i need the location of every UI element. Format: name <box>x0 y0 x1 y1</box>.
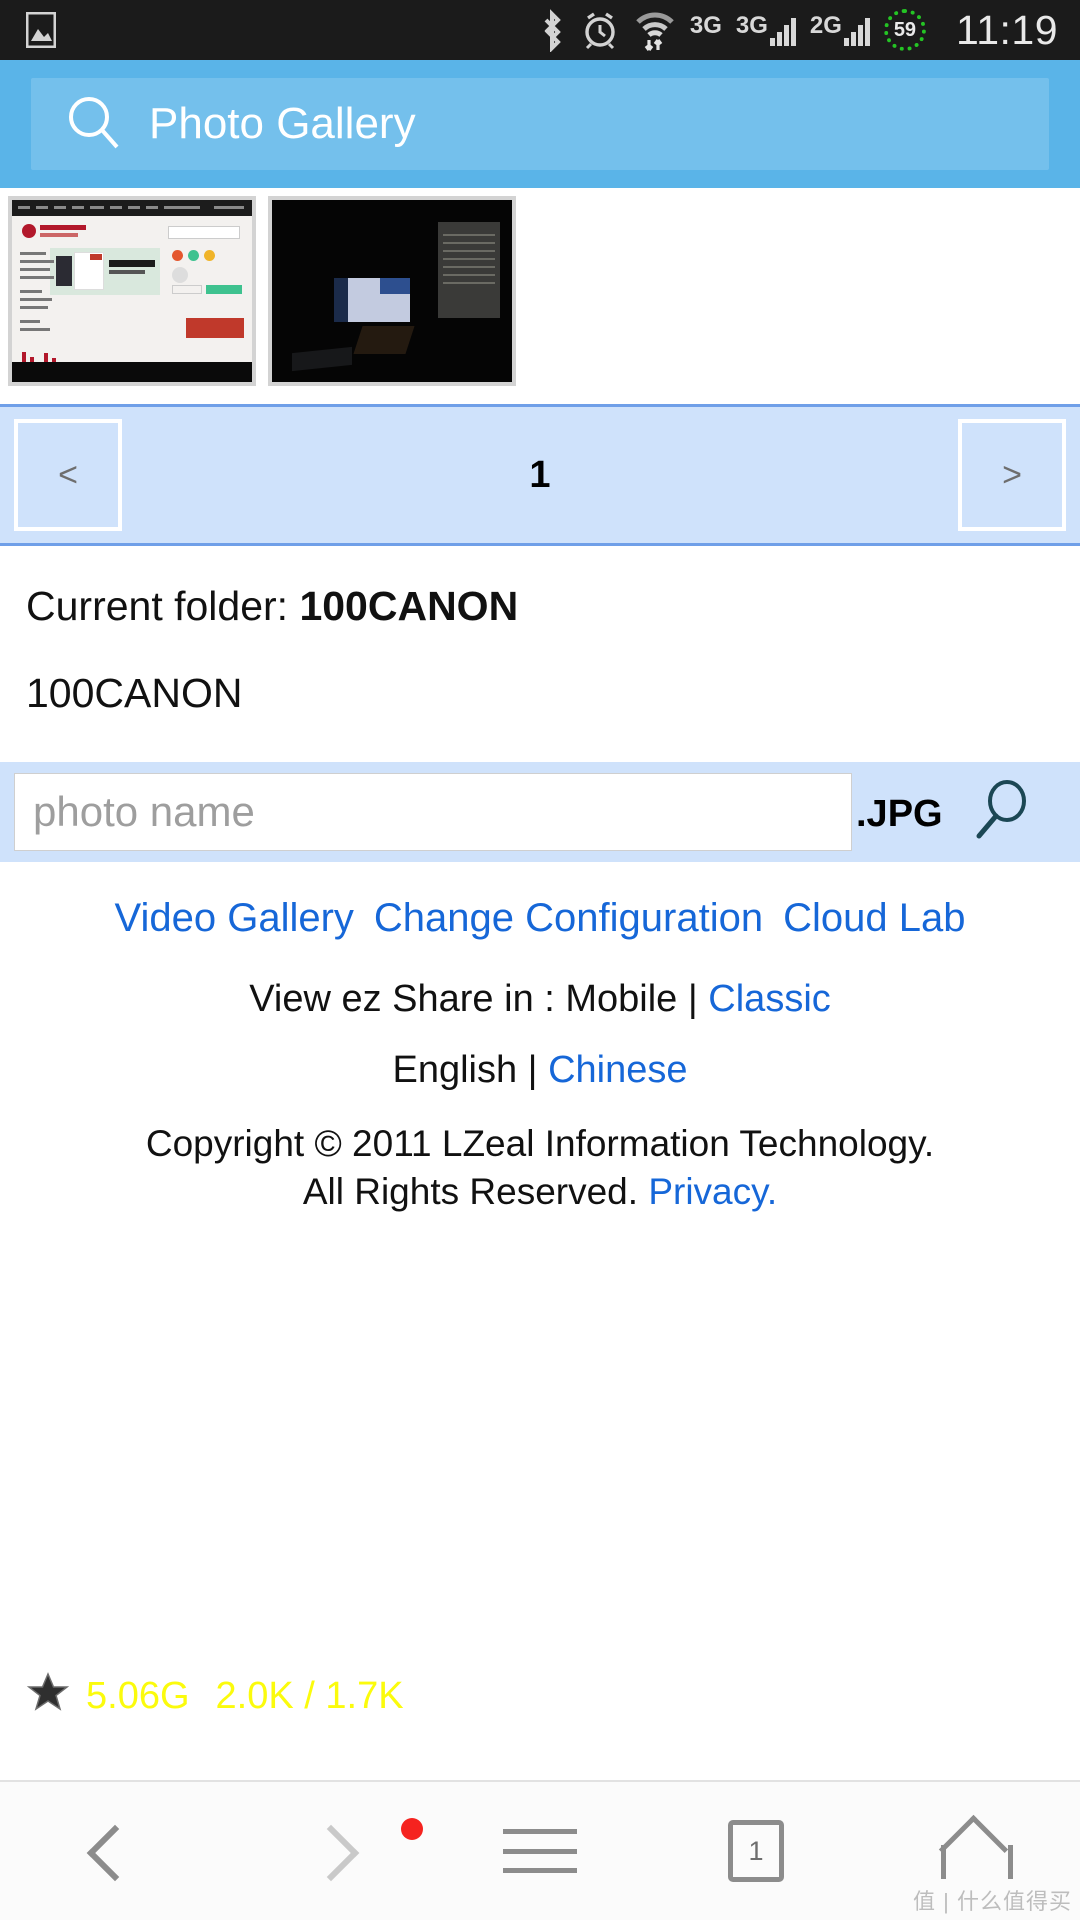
status-bar-right-icons: 3G 3G 2G 59 11:19 <box>538 8 1058 52</box>
thumbnail-1-image <box>12 200 252 382</box>
browser-bottom-nav: 1 值 | 什么值得买 <box>0 1780 1080 1920</box>
app-bar: Photo Gallery <box>0 60 1080 188</box>
nav-menu-button[interactable] <box>401 1782 648 1920</box>
photo-name-search-bar: .JPG <box>0 762 1080 863</box>
hamburger-menu-icon <box>503 1829 577 1873</box>
gallery-search-bar[interactable]: Photo Gallery <box>31 78 1049 170</box>
wifi-icon <box>634 8 676 52</box>
network-label-2g: 2G <box>809 12 842 39</box>
link-privacy[interactable]: Privacy. <box>648 1171 777 1212</box>
language-current: English | <box>392 1049 549 1092</box>
pagination-bar: < 1 > <box>0 404 1080 546</box>
alarm-icon <box>580 9 620 51</box>
signal-bars-icon-2 <box>843 16 870 46</box>
tab-count-icon: 1 <box>728 1820 784 1882</box>
current-page-number: 1 <box>529 453 551 496</box>
nav-tabs-button[interactable]: 1 <box>648 1782 864 1920</box>
signal-bars-icon-1 <box>769 16 796 46</box>
link-chinese-language[interactable]: Chinese <box>548 1049 687 1091</box>
current-folder-label: Current folder: <box>26 583 300 629</box>
thumbnail-2-image <box>272 200 512 382</box>
link-classic-view[interactable]: Classic <box>708 978 830 1020</box>
next-page-button[interactable]: > <box>958 419 1066 531</box>
photo-thumbnail-2[interactable] <box>268 196 516 386</box>
current-folder-name: 100CANON <box>299 583 519 629</box>
link-cloud-lab[interactable]: Cloud Lab <box>783 896 965 940</box>
previous-page-button[interactable]: < <box>14 419 122 531</box>
network-label-3g-1: 3G <box>689 12 722 39</box>
link-change-configuration[interactable]: Change Configuration <box>374 896 763 940</box>
status-bar-clock: 11:19 <box>955 6 1058 53</box>
network-label-3g-2: 3G <box>735 12 768 39</box>
storage-counts: 2.0K / 1.7K <box>215 1674 404 1717</box>
star-icon <box>26 1670 70 1721</box>
page-title: Photo Gallery <box>149 99 416 148</box>
search-icon <box>65 93 123 156</box>
forward-chevron-icon <box>307 1820 341 1882</box>
copyright-line-2: All Rights Reserved. Privacy. <box>0 1168 1080 1215</box>
back-chevron-icon <box>91 1820 125 1882</box>
nav-forward-button[interactable] <box>216 1782 432 1920</box>
notification-dot-icon <box>401 1818 423 1840</box>
rights-reserved-text: All Rights Reserved. <box>302 1170 649 1212</box>
photo-thumbnail-1[interactable] <box>8 196 256 386</box>
photo-search-button[interactable] <box>967 777 1037 847</box>
language-row: English | Chinese <box>0 1049 1080 1092</box>
status-bar-left-icons <box>26 12 56 48</box>
view-mode-row: View ez Share in : Mobile | Classic <box>0 978 1080 1021</box>
storage-capacity: 5.06G <box>86 1674 190 1717</box>
signal-indicator-2: 2G <box>810 14 870 46</box>
copyright-line-1: Copyright © 2011 LZeal Information Techn… <box>145 1123 935 1165</box>
signal-indicator-1: 3G <box>736 14 796 46</box>
battery-icon: 59 <box>883 9 926 51</box>
home-icon <box>941 1823 1013 1879</box>
bluetooth-icon <box>538 8 566 52</box>
storage-status: 5.06G 2.0K / 1.7K <box>26 1670 404 1721</box>
folder-list-item[interactable]: 100CANON <box>0 631 1080 718</box>
status-bar: 3G 3G 2G 59 11:19 <box>0 0 1080 60</box>
link-video-gallery[interactable]: Video Gallery <box>115 896 354 940</box>
file-extension-label: .JPG <box>856 792 943 835</box>
copyright-block: Copyright © 2011 LZeal Information Techn… <box>0 1120 1080 1215</box>
view-mode-prefix: View ez Share in : Mobile | <box>249 978 709 1021</box>
image-icon <box>26 12 56 48</box>
photo-name-input[interactable] <box>14 773 852 852</box>
photo-thumbnail-strip <box>0 188 1080 386</box>
watermark-label: 值 | 什么值得买 <box>913 1889 1072 1914</box>
footer-links-row: Video Gallery Change Configuration Cloud L… <box>0 892 1080 944</box>
nav-back-button[interactable] <box>0 1782 216 1920</box>
current-folder-line: Current folder: 100CANON <box>0 546 1080 631</box>
magnifier-icon <box>969 777 1035 848</box>
